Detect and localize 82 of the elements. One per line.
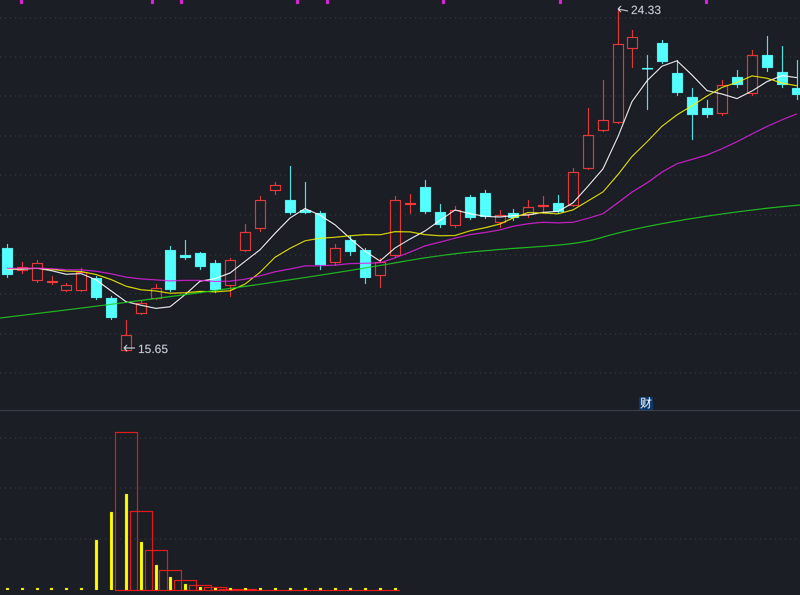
- candlestick: [106, 296, 117, 320]
- candlestick: [420, 180, 431, 214]
- candlestick: [375, 258, 386, 288]
- indicator-bar: [21, 588, 24, 590]
- candlestick: [480, 190, 491, 220]
- candlestick: [345, 236, 356, 256]
- candlestick: [240, 224, 251, 252]
- candlestick: [583, 108, 594, 170]
- indicator-bar: [379, 588, 382, 590]
- candlestick: [627, 30, 638, 68]
- candlestick: [165, 246, 176, 292]
- indicator-bar: [169, 577, 172, 590]
- indicator-bar: [319, 588, 322, 590]
- candlestick: [136, 300, 147, 316]
- candlestick: [225, 258, 236, 298]
- indicator-bar: [304, 588, 307, 590]
- pointer-arrow-icon: [124, 344, 136, 352]
- candlestick: [435, 204, 446, 228]
- indicator-bar: [184, 584, 187, 590]
- candlestick: [465, 194, 476, 220]
- candlestick: [598, 80, 609, 132]
- indicator-bar: [259, 588, 262, 590]
- candlestick: [390, 196, 401, 258]
- indicator-bar: [349, 588, 352, 590]
- candlestick: [17, 262, 28, 274]
- candlestick: [405, 194, 416, 214]
- indicator-bar: [289, 588, 292, 590]
- high-price-label: 24.33: [631, 3, 662, 17]
- candlestick: [642, 54, 653, 110]
- candlestick: [732, 70, 743, 88]
- candlestick: [47, 276, 58, 286]
- candlestick: [687, 88, 698, 140]
- candlestick: [568, 168, 579, 208]
- indicator-bar: [244, 588, 247, 590]
- indicator-bar: [199, 587, 202, 590]
- candlestick: [32, 260, 43, 284]
- candlestick: [508, 208, 519, 222]
- indicator-bar: [394, 588, 397, 590]
- candlestick: [151, 284, 162, 300]
- candlestick: [450, 206, 461, 228]
- candlestick: [792, 60, 800, 100]
- candlestick: [657, 40, 668, 64]
- indicator-bar: [140, 542, 143, 590]
- candlestick: [300, 182, 311, 214]
- candlestick: [195, 252, 206, 270]
- candlestick: [2, 244, 13, 278]
- candlestick: [285, 166, 296, 216]
- indicator-bar: [214, 588, 217, 590]
- candlestick: [360, 248, 371, 284]
- candlestick: [702, 100, 713, 118]
- pointer-arrow-icon: [618, 6, 628, 12]
- indicator-bar: [6, 588, 9, 590]
- candlestick: [121, 320, 132, 352]
- candlestick: [76, 268, 87, 292]
- candlestick: [747, 50, 758, 96]
- candlestick: [315, 210, 326, 270]
- indicator-bar: [334, 588, 337, 590]
- candlestick: [330, 244, 341, 266]
- candlestick: [255, 196, 266, 232]
- indicator-bar: [155, 565, 158, 590]
- candlestick: [91, 276, 102, 300]
- candlestick: [538, 196, 549, 214]
- candlestick: [762, 36, 773, 72]
- indicator-bar: [229, 588, 232, 590]
- candlestick: [553, 194, 564, 214]
- indicator-bar: [50, 588, 53, 590]
- indicator-bar: [65, 588, 68, 590]
- indicator-bar: [36, 588, 39, 590]
- indicator-bar: [274, 588, 277, 590]
- indicator-bar: [80, 588, 83, 590]
- low-price-label: 15.65: [138, 342, 168, 356]
- candlestick: [495, 210, 506, 228]
- candlestick: [523, 200, 534, 218]
- indicator-bar: [364, 588, 367, 590]
- indicator-bar: [95, 540, 98, 590]
- candlestick: [717, 80, 728, 116]
- finance-badge: 财: [639, 397, 653, 410]
- candlestick: [777, 46, 788, 88]
- candlestick: [61, 282, 72, 292]
- candlestick: [672, 60, 683, 96]
- candlestick: [180, 240, 191, 260]
- candlestick: [270, 182, 281, 196]
